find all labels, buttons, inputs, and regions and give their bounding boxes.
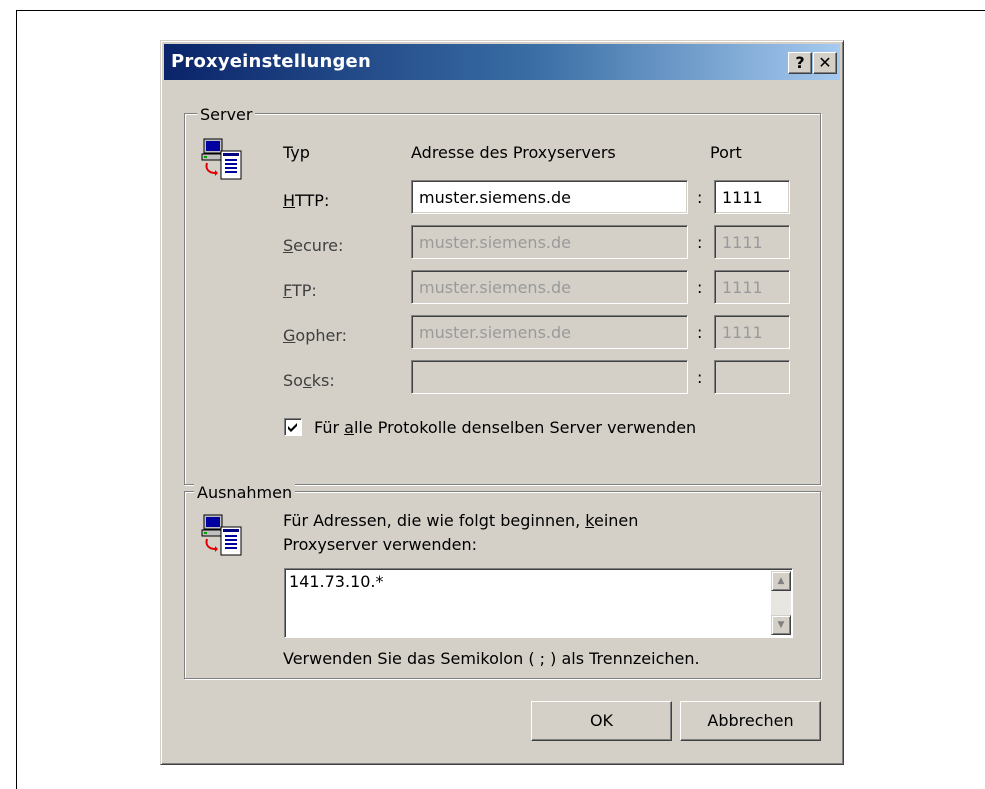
help-button[interactable]: ?: [788, 52, 812, 74]
label-text: So: [283, 371, 303, 390]
separator: :: [697, 188, 703, 207]
arrow-down-icon: ▼: [777, 620, 785, 630]
col-header-type: Typ: [283, 143, 310, 162]
network-computers-icon: [201, 138, 242, 180]
secure-address-input[interactable]: muster.siemens.de: [411, 225, 688, 259]
ftp-address-input[interactable]: muster.siemens.de: [411, 270, 688, 304]
accel-key: S: [283, 236, 294, 255]
exceptions-textarea[interactable]: 141.73.10.* ▲ ▼: [284, 568, 793, 638]
label-text: opher:: [295, 326, 348, 345]
gopher-port-input[interactable]: 1111: [714, 315, 790, 349]
scroll-up-button[interactable]: ▲: [771, 571, 791, 591]
proxy-settings-dialog: Proxyeinstellungen ? ✕ Server Typ Adress…: [160, 40, 844, 765]
help-icon: ?: [795, 53, 805, 72]
label-text: Für: [314, 418, 345, 437]
ok-button[interactable]: OK: [531, 701, 672, 741]
accel-key: k: [585, 511, 594, 530]
label-http: HTTP:: [283, 191, 329, 210]
document-frame-top: [16, 10, 985, 11]
label-ftp: FTP:: [283, 281, 317, 300]
accel-key: H: [283, 191, 296, 210]
secure-port-input[interactable]: 1111: [714, 225, 790, 259]
label-text: TP:: [291, 281, 317, 300]
server-group-label: Server: [197, 105, 256, 124]
same-server-checkbox[interactable]: [284, 418, 302, 436]
document-frame-left: [16, 10, 17, 789]
exceptions-description-line2: Proxyserver verwenden:: [283, 535, 478, 554]
http-address-input[interactable]: muster.siemens.de: [411, 180, 688, 214]
separator: :: [697, 233, 703, 252]
dialog-title: Proxyeinstellungen: [171, 51, 371, 72]
separator-hint: Verwenden Sie das Semikolon ( ; ) als Tr…: [283, 649, 700, 668]
label-socks: Socks:: [283, 371, 335, 390]
same-server-label[interactable]: Für alle Protokolle denselben Server ver…: [314, 418, 696, 437]
close-icon: ✕: [818, 53, 832, 72]
accel-key: G: [283, 326, 296, 345]
vertical-scrollbar[interactable]: ▲ ▼: [771, 571, 791, 635]
label-text: TTP:: [295, 191, 330, 210]
checkmark-icon: [288, 423, 297, 432]
gopher-address-input[interactable]: muster.siemens.de: [411, 315, 688, 349]
cancel-button[interactable]: Abbrechen: [680, 701, 821, 741]
exceptions-value: 141.73.10.*: [289, 572, 384, 591]
network-computers-icon: [201, 514, 242, 556]
label-text: ecure:: [293, 236, 344, 255]
label-gopher: Gopher:: [283, 326, 347, 345]
separator: :: [697, 278, 703, 297]
label-secure: Secure:: [283, 236, 343, 255]
socks-port-input[interactable]: [714, 360, 790, 394]
title-bar[interactable]: Proxyeinstellungen ? ✕: [164, 44, 840, 80]
arrow-up-icon: ▲: [777, 576, 785, 586]
ftp-port-input[interactable]: 1111: [714, 270, 790, 304]
accel-key: a: [344, 418, 354, 437]
http-port-input[interactable]: 1111: [714, 180, 790, 214]
label-text: ks:: [311, 371, 335, 390]
accel-key: c: [302, 371, 312, 390]
socks-address-input[interactable]: [411, 360, 688, 394]
label-text: lle Protokolle denselben Server verwende…: [353, 418, 697, 437]
exceptions-group-label: Ausnahmen: [194, 483, 296, 502]
exceptions-description-line1: Für Adressen, die wie folgt beginnen, ke…: [283, 511, 638, 530]
col-header-address: Adresse des Proxyservers: [411, 143, 616, 162]
separator: :: [697, 323, 703, 342]
label-text: einen: [593, 511, 639, 530]
separator: :: [697, 368, 703, 387]
label-text: Für Adressen, die wie folgt beginnen,: [283, 511, 586, 530]
close-button[interactable]: ✕: [813, 52, 837, 74]
col-header-port: Port: [710, 143, 742, 162]
scroll-down-button[interactable]: ▼: [771, 615, 791, 635]
accel-key: F: [283, 281, 292, 300]
